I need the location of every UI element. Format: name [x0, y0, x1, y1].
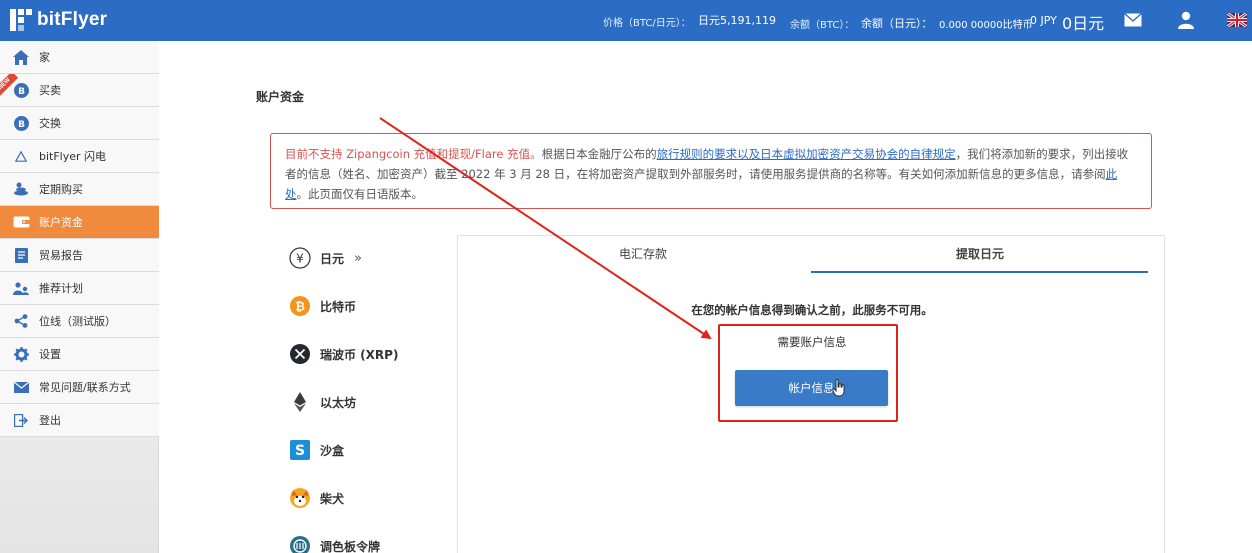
sidebar-item-label: 家	[39, 51, 50, 64]
balance-btc-label: 余额（BTC）：	[790, 20, 855, 31]
sidebar-item-label: 账户资金	[39, 216, 83, 229]
travel-rule-link[interactable]: 旅行规则的要求以及日本虚拟加密资产交易协会的自律规定	[657, 147, 956, 161]
svg-text:S: S	[295, 443, 305, 459]
sidebar-item-bitwire[interactable]: 位线（测试版）	[0, 305, 159, 338]
lightning-triangle-icon	[12, 147, 30, 165]
svg-text:¥: ¥	[296, 252, 304, 266]
sidebar-item-label: 登出	[39, 414, 61, 427]
sidebar-item-buy-sell[interactable]: NEW B 买卖	[0, 74, 159, 107]
home-icon	[12, 48, 30, 66]
sidebar-item-label: 位线（测试版）	[39, 315, 116, 328]
currency-item-plt[interactable]: 调色板令牌	[289, 534, 380, 553]
logout-icon	[12, 411, 30, 429]
chevron-right-icon: »	[354, 250, 362, 266]
sidebar-item-trade-report[interactable]: 贸易报告	[0, 239, 159, 272]
wallet-icon	[12, 213, 30, 231]
sidebar-item-label: 推荐计划	[39, 282, 83, 295]
sidebar-item-label: 交换	[39, 117, 61, 130]
sidebar-item-label: 贸易报告	[39, 249, 83, 262]
sidebar-item-logout[interactable]: 登出	[0, 404, 159, 437]
shiba-icon	[289, 487, 311, 509]
brand-logo[interactable]: bitFlyer	[10, 9, 107, 31]
bitcoin-circle-icon: B	[12, 81, 30, 99]
mail-icon	[12, 378, 30, 396]
balance-jpy-big: 0日元	[1062, 14, 1105, 33]
bitcoin-circle-icon: B	[12, 114, 30, 132]
notice-warning-text: 目前不支持 Zipangcoin 充值和提现/Flare 充值。	[285, 147, 542, 161]
report-icon	[12, 246, 30, 264]
bitcoin-icon: ₿	[289, 295, 311, 317]
palette-token-icon	[289, 535, 311, 553]
currency-label: 以太坊	[320, 395, 357, 410]
currency-label: 瑞波币 (XRP)	[320, 347, 399, 362]
sidebar-item-label: bitFlyer 闪电	[39, 150, 107, 163]
currency-label: 比特币	[320, 299, 357, 314]
annotation-highlight-box	[718, 324, 898, 422]
yen-icon: ¥	[289, 247, 311, 269]
referral-icon	[12, 279, 30, 297]
hand-cursor-icon	[832, 379, 845, 397]
sidebar-item-label: 买卖	[39, 84, 61, 97]
sidebar-item-settings[interactable]: 设置	[0, 338, 159, 371]
sidebar-item-exchange[interactable]: B 交换	[0, 107, 159, 140]
sidebar-item-label: 常见问题/联系方式	[39, 381, 131, 394]
sidebar-item-lightning[interactable]: bitFlyer 闪电	[0, 140, 159, 173]
balance-jpy-label: 余额（日元）：	[861, 17, 933, 30]
sidebar-item-label: 定期购买	[39, 183, 83, 196]
currency-label: 沙盒	[320, 443, 345, 458]
tab-withdraw-jpy[interactable]: 提取日元	[811, 236, 1149, 272]
notice-box: 目前不支持 Zipangcoin 充值和提现/Flare 充值。根据日本金融厅公…	[270, 133, 1152, 209]
price-value: 日元5,191,119	[698, 14, 776, 27]
user-icon[interactable]	[1177, 11, 1195, 29]
active-tab-indicator	[811, 271, 1148, 273]
sidebar-item-faq-contact[interactable]: 常见问题/联系方式	[0, 371, 159, 404]
currency-label: 柴犬	[320, 491, 345, 506]
currency-item-shib[interactable]: 柴犬	[289, 486, 344, 510]
price-label: 价格（BTC/日元）：	[603, 18, 691, 29]
sidebar-item-recurring-buy[interactable]: 定期购买	[0, 173, 159, 206]
currency-item-eth[interactable]: 以太坊	[289, 390, 356, 414]
service-unavailable-message: 在您的帐户信息得到确认之前，此服务不可用。	[691, 303, 933, 317]
uk-flag-icon[interactable]	[1227, 13, 1247, 27]
svg-text:₿: ₿	[295, 300, 305, 314]
svg-text:B: B	[18, 87, 25, 97]
sidebar-item-referral[interactable]: 推荐计划	[0, 272, 159, 305]
currency-item-jpy[interactable]: ¥ 日元 »	[289, 246, 362, 270]
gear-icon	[12, 345, 30, 363]
sidebar: 家 NEW B 买卖 B 交换 bitFlyer 闪电 定期购买 账户资金 贸易…	[0, 41, 159, 553]
tab-wire-deposit[interactable]: 电汇存款	[468, 236, 818, 272]
xrp-icon	[289, 343, 311, 365]
bitflyer-logo-icon	[10, 9, 32, 31]
currency-item-btc[interactable]: ₿ 比特币	[289, 294, 356, 318]
notice-text: 。此页面仅有日语版本。	[296, 187, 424, 201]
notice-text: 根据日本金融厅公布的	[541, 147, 657, 161]
currency-label: 日元	[320, 251, 345, 266]
sidebar-item-label: 设置	[39, 348, 61, 361]
balance-jpy-value: 0 JPY	[1030, 14, 1057, 27]
svg-text:B: B	[18, 120, 25, 130]
share-icon	[12, 312, 30, 330]
balance-btc-value: 0.000 00000比特币	[939, 20, 1033, 31]
currency-item-sand[interactable]: S 沙盒	[289, 438, 344, 462]
sidebar-item-account-funds[interactable]: 账户资金	[0, 206, 159, 239]
top-header: bitFlyer 价格（BTC/日元）： 日元5,191,119 余额（BTC）…	[0, 0, 1252, 41]
brand-name: bitFlyer	[37, 9, 108, 30]
mail-icon[interactable]	[1124, 13, 1142, 27]
ethereum-icon	[289, 391, 311, 413]
currency-item-xrp[interactable]: 瑞波币 (XRP)	[289, 342, 398, 366]
sandbox-icon: S	[289, 439, 311, 461]
sidebar-item-home[interactable]: 家	[0, 41, 159, 74]
currency-label: 调色板令牌	[320, 539, 381, 553]
recurring-buy-icon	[12, 180, 30, 198]
page-title: 账户资金	[256, 90, 305, 104]
